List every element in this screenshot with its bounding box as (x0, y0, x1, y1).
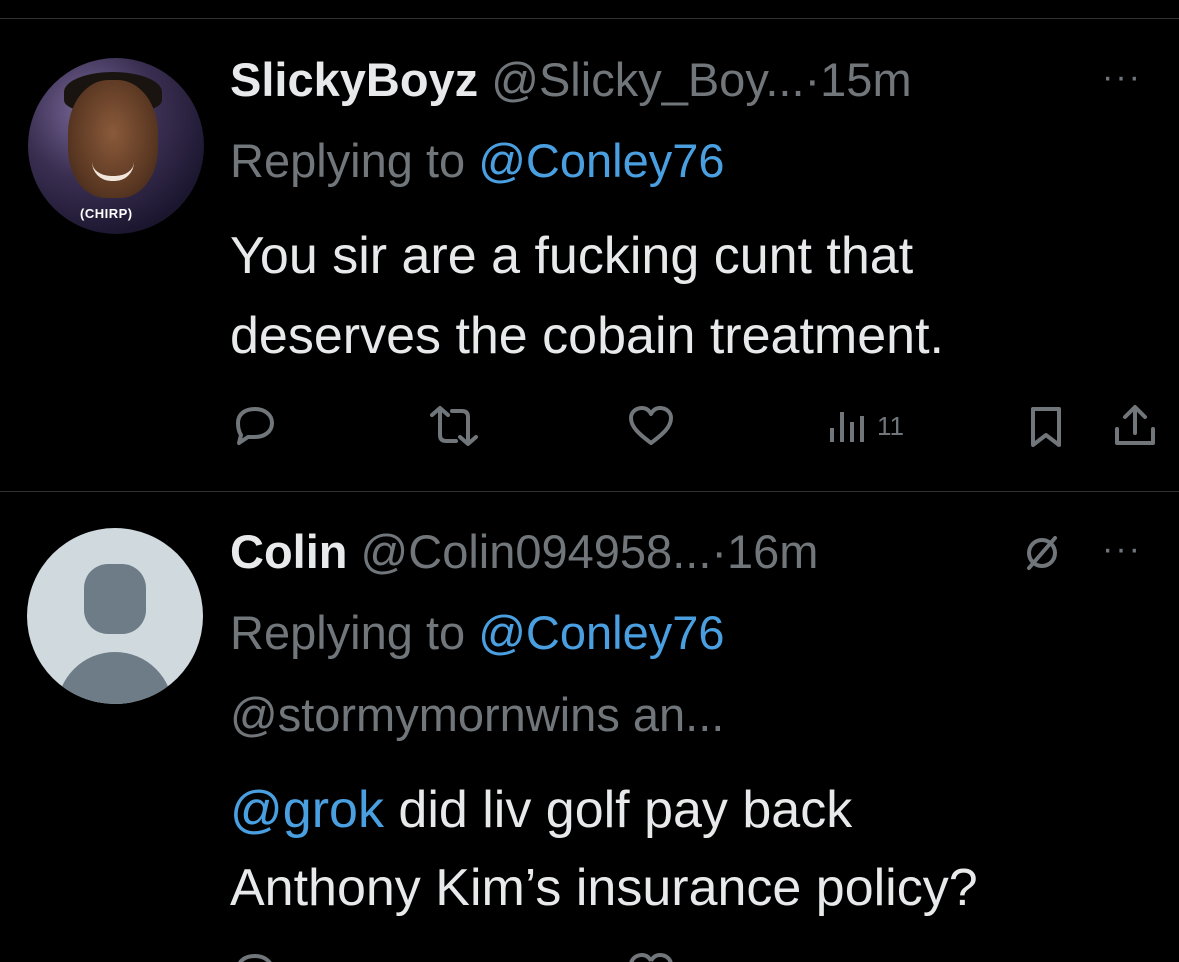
display-name[interactable]: SlickyBoyz (230, 53, 478, 106)
retweet-icon (430, 406, 478, 446)
replying-to-more-link[interactable]: @stormymornwins an... (230, 687, 724, 743)
avatar[interactable]: (CHIRP) (28, 58, 204, 234)
avatar-caption: (CHIRP) (80, 206, 133, 221)
handle[interactable]: @Colin094958... (361, 525, 712, 578)
tweet-text-line-1: @grok did liv golf pay back (230, 780, 852, 840)
tweet-text-line-1: You sir are a fucking cunt that (230, 227, 914, 285)
share-button[interactable] (1112, 403, 1158, 449)
views-count: 11 (877, 410, 904, 441)
replying-to: Replying to @Conley76 (230, 605, 725, 661)
more-options-icon[interactable]: ··· (1102, 530, 1142, 569)
bookmark-button[interactable] (1028, 405, 1064, 449)
mention-link[interactable]: @grok (230, 781, 384, 839)
reply-icon (236, 407, 274, 445)
replying-prefix: Replying to (230, 606, 466, 659)
reply-icon (238, 953, 272, 962)
views-icon (830, 412, 864, 442)
heart-icon (629, 406, 673, 445)
replying-to-link[interactable]: @Conley76 (478, 134, 724, 187)
top-divider (0, 18, 1179, 19)
separator: · (711, 525, 728, 578)
tweet-divider (0, 491, 1179, 492)
avatar-default[interactable] (27, 528, 203, 704)
like-button[interactable] (627, 405, 675, 447)
tweet-text-line-2: Anthony Kim’s insurance policy? (230, 859, 978, 917)
default-avatar-body (57, 652, 173, 704)
display-name[interactable]: Colin (230, 525, 347, 578)
views-button[interactable]: 11 (827, 408, 904, 444)
timeline: (CHIRP) SlickyBoyz @Slicky_Boy...·15m ··… (0, 0, 1179, 962)
handle[interactable]: @Slicky_Boy... (491, 53, 804, 106)
separator: · (804, 53, 821, 106)
like-button-partial[interactable] (627, 952, 675, 962)
replying-prefix: Replying to (230, 134, 466, 187)
tweet-header: Colin @Colin094958...·16m (230, 524, 818, 580)
tweet-text-rest: did liv golf pay back (383, 781, 853, 839)
replying-to-link[interactable]: @Conley76 (478, 606, 724, 659)
tweet-header: SlickyBoyz @Slicky_Boy...·15m (230, 52, 912, 108)
heart-icon (629, 952, 673, 962)
default-avatar-head (84, 564, 146, 634)
reply-button[interactable] (232, 405, 278, 447)
timestamp[interactable]: 16m (727, 525, 818, 578)
tweet-text-line-2: deserves the cobain treatment. (230, 307, 944, 365)
bookmark-icon (1031, 407, 1061, 447)
reply-button-partial[interactable] (232, 952, 278, 962)
grok-icon[interactable] (1022, 533, 1062, 573)
retweet-button[interactable] (426, 405, 482, 447)
replying-to: Replying to @Conley76 (230, 133, 725, 189)
more-options-icon[interactable]: ··· (1102, 58, 1142, 97)
timestamp[interactable]: 15m (820, 53, 911, 106)
share-icon (1115, 405, 1155, 445)
